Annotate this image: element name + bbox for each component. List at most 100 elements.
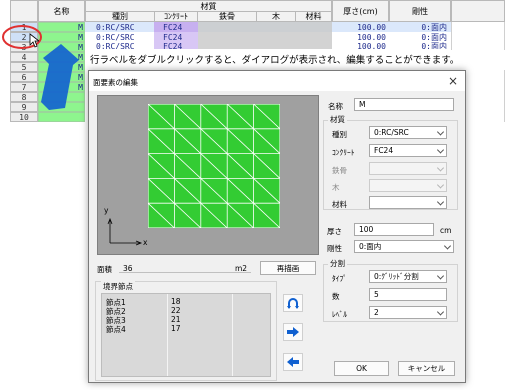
node-value: 17 — [171, 324, 181, 333]
reverse-button[interactable] — [283, 294, 303, 312]
edit-surface-dialog: 面要素の編集 × y x 面積 36 m2 再描画 境界節点 節点1 18 節点… — [88, 70, 466, 383]
header-filler — [451, 0, 505, 22]
boundary-nodes-table[interactable]: 節点1 18 節点2 22 節点3 21 節点4 17 — [101, 293, 271, 377]
count-label: 数 — [332, 292, 340, 301]
arrow-icon — [41, 44, 79, 110]
type-value: 0:ｸﾞﾘｯﾄﾞ分割 — [374, 272, 419, 281]
area-unit: m2 — [235, 264, 248, 273]
thickness-field[interactable]: 100 — [354, 223, 434, 236]
redraw-button[interactable]: 再描画 — [260, 261, 316, 275]
node-value: 18 — [171, 297, 181, 306]
chevron-down-icon — [436, 180, 445, 189]
mesh-canvas[interactable]: y x — [97, 95, 319, 255]
level-select[interactable]: 2 — [369, 306, 447, 319]
rigidity-label: 剛性 — [327, 244, 342, 253]
ok-button[interactable]: OK — [334, 361, 389, 376]
concrete-label: ｺﾝｸﾘｰﾄ — [332, 148, 355, 157]
row-label[interactable]: 7 — [10, 82, 38, 92]
chevron-down-icon — [436, 127, 445, 136]
thickness-cell[interactable]: 100.00 — [332, 42, 386, 49]
area-label: 面積 — [97, 265, 112, 274]
steel-label: 鉄骨 — [332, 166, 347, 175]
table-col-divider — [232, 294, 233, 376]
chevron-down-icon — [436, 163, 445, 172]
area-value: 36 — [123, 264, 133, 273]
row-label[interactable]: 6 — [10, 72, 38, 82]
rotate-icon — [287, 298, 299, 309]
kind-value: 0:RC/SRC — [374, 128, 409, 137]
node-value: 22 — [171, 306, 181, 315]
header-concrete: ｺﾝｸﾘｰﾄ — [154, 11, 198, 22]
axis-y-label: y — [104, 206, 109, 215]
thickness-label: 厚さ — [327, 227, 342, 236]
name-cell-text: M — [78, 22, 83, 32]
thickness-cell[interactable]: 100.00 — [332, 22, 386, 32]
axis-x-label: x — [143, 238, 148, 247]
shift-left-button[interactable] — [283, 353, 303, 371]
steel-cell — [198, 22, 332, 49]
close-icon[interactable]: × — [445, 73, 461, 89]
row-label[interactable]: 9 — [10, 102, 38, 112]
rigidity-select[interactable]: 0:面内 — [354, 240, 454, 253]
count-value: 5 — [374, 290, 379, 299]
material-group-label: 材質 — [328, 114, 347, 125]
concrete-cell-text: FC24 — [163, 22, 183, 32]
wood-label: 木 — [332, 183, 340, 192]
chevron-down-icon — [436, 307, 445, 316]
rigidity-cell[interactable]: 0:面内 — [389, 42, 447, 49]
chevron-down-icon — [443, 241, 452, 250]
count-field[interactable]: 5 — [369, 288, 447, 301]
header-rigidity: 剛性 — [389, 0, 451, 22]
dialog-title-bar — [89, 71, 465, 91]
kind-cell[interactable]: 0:RC/SRC — [96, 22, 154, 32]
arrow-left-icon — [287, 357, 299, 367]
level-value: 2 — [374, 308, 379, 317]
cancel-button[interactable]: キャンセル — [398, 361, 455, 376]
name-value: M — [359, 100, 366, 109]
mat-select[interactable] — [369, 196, 447, 209]
row-label[interactable]: 5 — [10, 62, 38, 72]
type-label: ﾀｲﾌﾟ — [332, 274, 347, 283]
thickness-cell[interactable]: 100.00 — [332, 32, 386, 42]
kind-select[interactable]: 0:RC/SRC — [369, 126, 447, 139]
steel-select — [369, 162, 447, 175]
node-value: 21 — [171, 315, 181, 324]
type-select[interactable]: 0:ｸﾞﾘｯﾄﾞ分割 — [369, 270, 447, 283]
concrete-select[interactable]: FC24 — [369, 144, 447, 157]
kind-cell[interactable]: 0:RC/SRC — [96, 32, 154, 42]
area-field — [119, 262, 251, 273]
wood-select — [369, 179, 447, 192]
header-steel: 鉄骨 — [197, 11, 257, 22]
header-material: 材料 — [295, 11, 332, 22]
row-label[interactable]: 8 — [10, 92, 38, 102]
arrow-right-icon — [287, 327, 299, 337]
row-label[interactable]: 10 — [10, 112, 38, 122]
mesh-plot — [148, 104, 280, 228]
concrete-cell-text: FC24 — [163, 42, 183, 49]
shift-right-button[interactable] — [283, 323, 303, 341]
chevron-down-icon — [436, 197, 445, 206]
name-label: 名称 — [328, 102, 343, 111]
table-col-divider — [167, 294, 168, 376]
chevron-down-icon — [436, 271, 445, 280]
kind-label: 種別 — [332, 130, 347, 139]
name-field[interactable]: M — [354, 98, 454, 111]
boundary-nodes-label: 境界節点 — [101, 281, 135, 292]
rigidity-cell[interactable]: 0:面内 — [389, 22, 447, 32]
header-kind: 種別 — [85, 11, 155, 22]
mat-label: 材料 — [332, 200, 347, 209]
kind-cell[interactable]: 0:RC/SRC — [96, 42, 154, 49]
header-wood: 木 — [256, 11, 296, 22]
rigidity-cell[interactable]: 0:面内 — [389, 32, 447, 42]
dialog-title: 面要素の編集 — [93, 78, 138, 87]
thickness-value: 100 — [359, 225, 374, 234]
node-label: 節点4 — [106, 325, 126, 334]
concrete-cell-text: FC24 — [163, 32, 183, 42]
rigidity-value: 0:面内 — [359, 242, 382, 251]
thickness-unit: cm — [440, 226, 452, 235]
header-thickness: 厚さ(cm) — [332, 0, 389, 22]
chevron-down-icon — [436, 145, 445, 154]
division-group-label: 分割 — [328, 258, 347, 269]
concrete-value: FC24 — [374, 146, 394, 155]
level-label: ﾚﾍﾞﾙ — [332, 310, 347, 319]
